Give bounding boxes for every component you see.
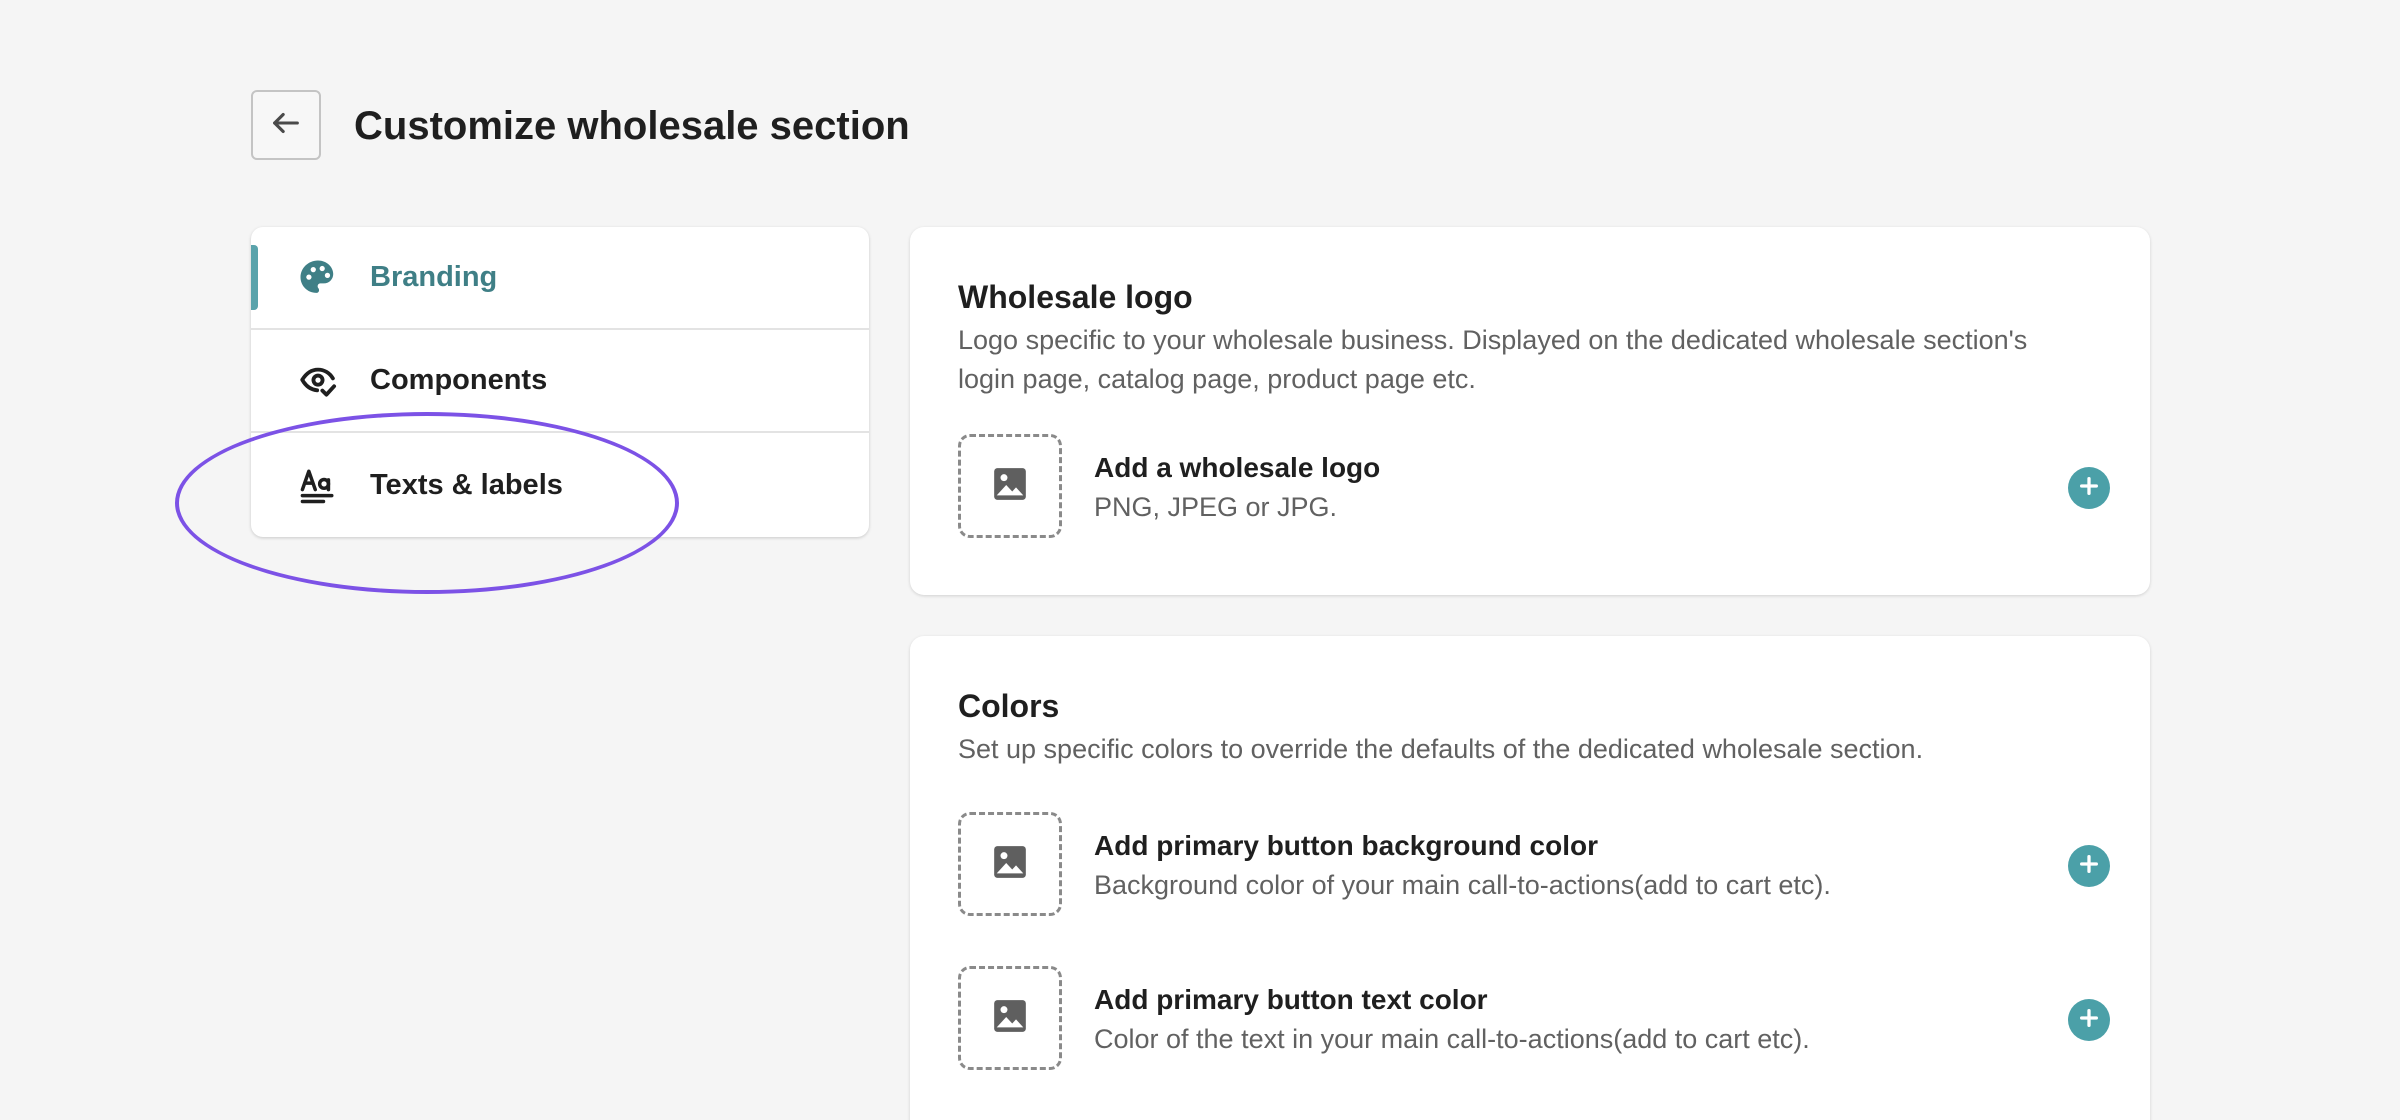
row-description: Color of the text in your main call-to-a…	[1094, 1024, 1810, 1054]
sidebar-item-components[interactable]: Components	[251, 330, 869, 433]
list-item: Add primary button background color Back…	[958, 812, 2110, 916]
row-title: Add a wholesale logo	[1094, 452, 1381, 483]
page-title: Customize wholesale section	[354, 104, 910, 148]
row-title: Add primary button text color	[1094, 984, 1488, 1015]
image-icon	[991, 997, 1029, 1040]
section-description: Set up specific colors to override the d…	[958, 734, 1924, 764]
colors-card: Colors Set up specific colors to overrid…	[910, 636, 2150, 1120]
sidebar-item-label: Texts & labels	[370, 468, 563, 501]
wholesale-logo-card: Wholesale logo Logo specific to your who…	[910, 227, 2150, 595]
add-logo-button[interactable]	[2068, 467, 2110, 509]
arrow-left-icon	[269, 106, 303, 145]
sidebar-item-texts-labels[interactable]: Texts & labels	[251, 433, 869, 537]
row-description: Background color of your main call-to-ac…	[1094, 870, 1831, 900]
list-item: Add primary button text color Color of t…	[958, 966, 2110, 1070]
image-icon	[991, 843, 1029, 886]
eye-check-icon	[295, 358, 341, 404]
back-button[interactable]	[251, 90, 321, 160]
section-title: Colors	[958, 688, 1060, 724]
add-text-color-button[interactable]	[2068, 999, 2110, 1041]
list-item: Add a wholesale logo PNG, JPEG or JPG.	[958, 434, 2110, 538]
add-background-color-button[interactable]	[2068, 845, 2110, 887]
plus-icon	[2078, 475, 2100, 502]
sidebar-nav: Branding Components Texts & labels	[251, 227, 869, 537]
active-indicator	[251, 245, 258, 310]
section-title: Wholesale logo	[958, 279, 1193, 315]
image-icon	[991, 465, 1029, 508]
plus-icon	[2078, 853, 2100, 880]
sidebar-item-label: Branding	[370, 261, 498, 293]
palette-icon	[295, 255, 341, 301]
color-swatch-placeholder[interactable]	[958, 966, 1062, 1070]
row-description: PNG, JPEG or JPG.	[1094, 492, 1338, 522]
plus-icon	[2078, 1007, 2100, 1034]
row-title: Add primary button background color	[1094, 830, 1599, 861]
color-swatch-placeholder[interactable]	[958, 812, 1062, 916]
sidebar-item-label: Components	[370, 364, 548, 396]
logo-upload-placeholder[interactable]	[958, 434, 1062, 538]
sidebar-item-branding[interactable]: Branding	[251, 227, 869, 330]
section-description: Logo specific to your wholesale business…	[958, 325, 2028, 394]
text-type-icon	[295, 462, 341, 508]
